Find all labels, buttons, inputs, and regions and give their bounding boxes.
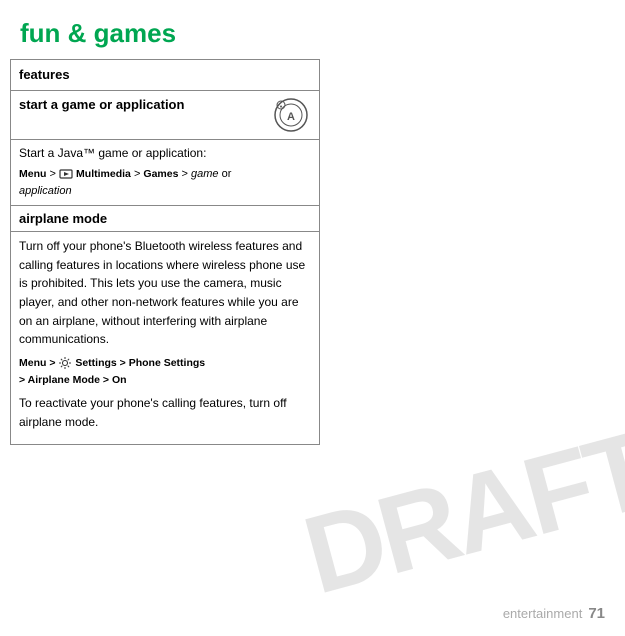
menu-word: Menu	[19, 168, 46, 180]
features-table: features start a game or application A ♦…	[10, 59, 320, 445]
table-header-label: features	[19, 67, 70, 82]
section2-title: airplane mode	[19, 211, 311, 226]
section1-title: start a game or application	[19, 97, 184, 112]
section1-body: Start a Java™ game or application: Menu …	[11, 140, 319, 206]
section2-menu-path: Menu > Settings > Phone Settings > Airpl…	[19, 355, 311, 389]
section2-body: Turn off your phone's Bluetooth wireless…	[11, 232, 319, 443]
section2-body-text: Turn off your phone's Bluetooth wireless…	[19, 237, 311, 349]
multimedia-icon	[59, 167, 73, 181]
footer: entertainment 71	[503, 605, 605, 622]
section2-reactivate-text: To reactivate your phone's calling featu…	[19, 394, 311, 431]
section1-body-text: Start a Java™ game or application:	[19, 144, 311, 162]
footer-label: entertainment	[503, 606, 583, 621]
section1-title-row: start a game or application A ♦	[11, 91, 319, 140]
svg-text:♦: ♦	[280, 104, 283, 110]
section1-menu-path: Menu > Multimedia > Games > game or appl…	[19, 166, 311, 199]
section2-title-row: airplane mode	[11, 206, 319, 232]
settings-icon	[58, 356, 72, 370]
draft-watermark: DRAFT	[292, 406, 625, 620]
java-icon-area: A ♦	[273, 97, 311, 135]
java-icon: A ♦	[273, 97, 309, 133]
svg-text:A: A	[287, 111, 295, 123]
table-header: features	[11, 60, 319, 91]
page-title: fun & games	[0, 0, 625, 59]
footer-page-number: 71	[588, 605, 605, 622]
